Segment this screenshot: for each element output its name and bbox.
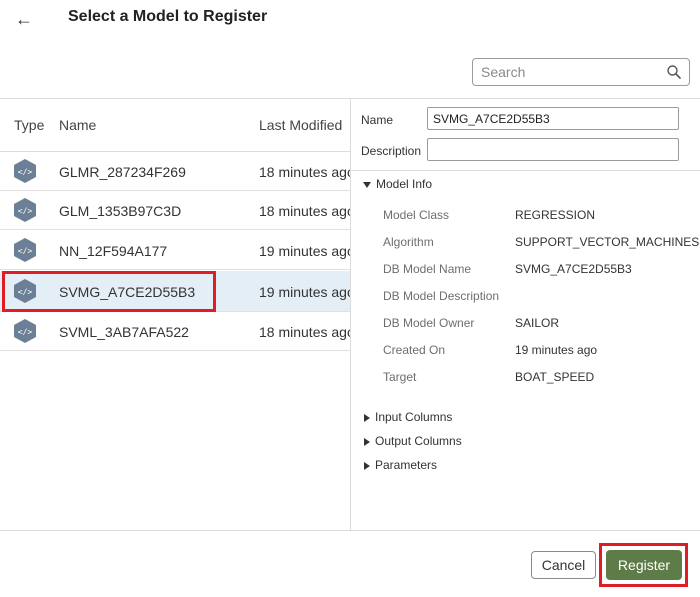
model-icon: </> xyxy=(14,238,36,262)
prop-value: SAILOR xyxy=(515,316,560,330)
model-info-label: Model Info xyxy=(376,177,433,191)
parameters-toggle[interactable]: Parameters xyxy=(364,458,437,472)
column-header-type[interactable]: Type xyxy=(14,117,44,133)
back-button[interactable]: ← xyxy=(10,6,38,32)
page-title: Select a Model to Register xyxy=(68,8,268,25)
description-field[interactable] xyxy=(427,138,679,161)
table-row[interactable]: </> GLMR_287234F269 18 minutes ago xyxy=(0,152,350,191)
prop-value: 19 minutes ago xyxy=(515,343,598,357)
model-icon: </> xyxy=(14,319,36,343)
description-label: Description xyxy=(361,144,422,158)
svg-text:</>: </> xyxy=(18,328,33,337)
caret-right-icon xyxy=(364,461,370,470)
model-icon: </> xyxy=(14,159,36,183)
caret-down-icon xyxy=(363,181,371,188)
svg-text:</>: </> xyxy=(18,247,33,256)
model-name: NN_12F594A177 xyxy=(59,243,168,259)
footer-divider xyxy=(0,530,700,531)
model-icon: </> xyxy=(14,198,36,222)
prop-value: BOAT_SPEED xyxy=(515,370,595,384)
last-modified: 18 minutes ago xyxy=(259,324,350,340)
prop-value: SVMG_A7CE2D55B3 xyxy=(515,262,632,276)
name-label: Name xyxy=(361,113,394,127)
prop-key: DB Model Name xyxy=(383,262,472,276)
last-modified: 19 minutes ago xyxy=(259,243,350,259)
prop-key: Algorithm xyxy=(383,235,434,249)
last-modified: 18 minutes ago xyxy=(259,164,350,180)
table-row[interactable]: </> SVML_3AB7AFA522 18 minutes ago xyxy=(0,312,350,351)
last-modified: 19 minutes ago xyxy=(259,284,350,300)
parameters-label: Parameters xyxy=(375,458,438,472)
search-box[interactable] xyxy=(472,58,690,86)
prop-key: Model Class xyxy=(383,208,450,222)
last-modified: 18 minutes ago xyxy=(259,203,350,219)
prop-key: DB Model Description xyxy=(383,289,500,303)
column-header-name[interactable]: Name xyxy=(59,117,96,133)
model-info-toggle[interactable]: Model Info xyxy=(363,177,432,191)
caret-right-icon xyxy=(364,413,370,422)
model-name: SVML_3AB7AFA522 xyxy=(59,324,189,340)
prop-value: REGRESSION xyxy=(515,208,596,222)
prop-key: Target xyxy=(383,370,417,384)
name-field[interactable] xyxy=(427,107,679,130)
register-highlight-box xyxy=(599,543,688,587)
model-name: GLMR_287234F269 xyxy=(59,164,186,180)
panel-divider xyxy=(350,99,351,530)
output-columns-label: Output Columns xyxy=(375,434,462,448)
back-arrow-icon: ← xyxy=(15,9,33,29)
input-columns-toggle[interactable]: Input Columns xyxy=(364,410,452,424)
prop-value: SUPPORT_VECTOR_MACHINES xyxy=(515,235,700,249)
prop-key: DB Model Owner xyxy=(383,316,475,330)
input-columns-label: Input Columns xyxy=(375,410,453,424)
cancel-button[interactable]: Cancel xyxy=(531,551,596,579)
column-header-last-modified[interactable]: Last Modified xyxy=(259,117,342,133)
selection-highlight-box xyxy=(2,271,216,312)
table-row[interactable]: </> NN_12F594A177 19 minutes ago xyxy=(0,231,350,270)
fields-divider xyxy=(351,170,700,171)
svg-text:</>: </> xyxy=(18,207,33,216)
search-icon[interactable] xyxy=(666,64,682,80)
model-name: GLM_1353B97C3D xyxy=(59,203,182,219)
caret-right-icon xyxy=(364,437,370,446)
search-input[interactable] xyxy=(473,59,661,84)
output-columns-toggle[interactable]: Output Columns xyxy=(364,434,462,448)
table-row[interactable]: </> GLM_1353B97C3D 18 minutes ago xyxy=(0,191,350,230)
prop-key: Created On xyxy=(383,343,446,357)
svg-text:</>: </> xyxy=(18,168,33,177)
